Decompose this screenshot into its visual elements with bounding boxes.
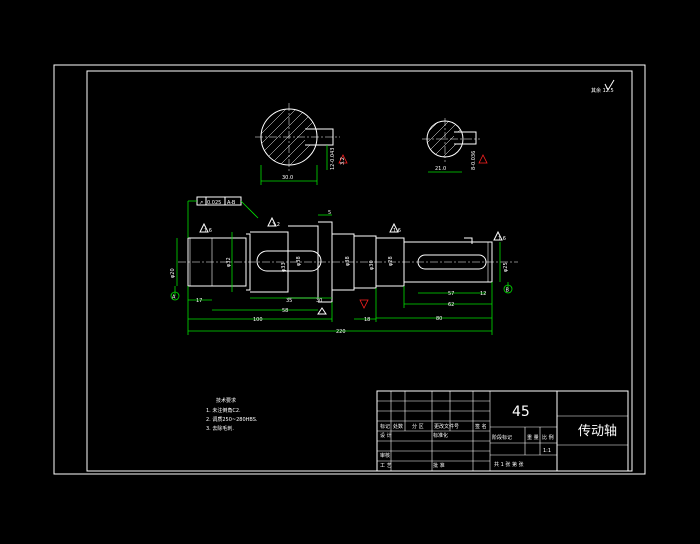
tech-note-2: 2. 调质250~280HBS. xyxy=(206,416,258,423)
svg-text:62: 62 xyxy=(448,302,454,308)
svg-text:其余 12.5: 其余 12.5 xyxy=(591,87,614,94)
svg-text:1.6: 1.6 xyxy=(204,228,212,234)
svg-text:工 艺: 工 艺 xyxy=(380,463,392,469)
svg-text:A-B: A-B xyxy=(227,200,236,206)
svg-text:φ28: φ28 xyxy=(388,256,394,266)
horizontal-dimensions: 5 17 35 30 58 100 18 57 12 62 80 220 xyxy=(187,210,493,335)
material-label: 45 xyxy=(512,404,530,420)
svg-text:批 准: 批 准 xyxy=(433,462,445,469)
tech-note-1: 1. 未注倒角C2. xyxy=(206,407,241,414)
svg-text:0.025: 0.025 xyxy=(207,200,221,206)
svg-text:18: 18 xyxy=(364,317,370,323)
svg-text:共 1 张 第 张: 共 1 张 第 张 xyxy=(494,461,524,468)
svg-text:1.6: 1.6 xyxy=(498,236,506,242)
tech-note-3: 3. 去除毛刺. xyxy=(206,425,234,432)
tolerance-frame: ↗ 0.025 A-B xyxy=(187,196,259,238)
svg-text:35: 35 xyxy=(286,298,292,304)
part-name: 传动轴 xyxy=(578,424,617,439)
svg-text:3.2: 3.2 xyxy=(340,157,346,165)
svg-text:8-0.036: 8-0.036 xyxy=(471,151,477,170)
svg-text:φ38: φ38 xyxy=(345,256,351,266)
svg-text:标记: 标记 xyxy=(380,423,390,430)
svg-text:φ33: φ33 xyxy=(281,262,287,272)
svg-text:58: 58 xyxy=(282,308,288,314)
svg-text:分 区: 分 区 xyxy=(412,423,424,430)
inner-border xyxy=(86,70,633,472)
svg-text:审核: 审核 xyxy=(380,452,390,459)
svg-text:12-0.043: 12-0.043 xyxy=(330,148,336,170)
svg-text:3.2: 3.2 xyxy=(272,222,280,228)
svg-text:标准化: 标准化 xyxy=(433,432,448,439)
svg-text:阶段标记: 阶段标记 xyxy=(492,434,512,441)
svg-text:30.0: 30.0 xyxy=(282,175,293,181)
svg-text:80: 80 xyxy=(436,316,442,322)
svg-text:签 名: 签 名 xyxy=(475,423,487,430)
svg-text:φ38: φ38 xyxy=(296,256,302,266)
tech-notes-title: 技术要求 xyxy=(216,397,236,404)
technical-notes: 技术要求 1. 未注倒角C2. 2. 调质250~280HBS. 3. 去除毛刺… xyxy=(206,397,258,432)
svg-text:1:1: 1:1 xyxy=(543,448,551,454)
svg-text:B: B xyxy=(506,288,510,294)
svg-text:100: 100 xyxy=(253,317,263,323)
svg-text:处数: 处数 xyxy=(393,423,403,430)
datum-b: B xyxy=(503,282,513,294)
svg-text:设 计: 设 计 xyxy=(380,432,392,439)
svg-text:5: 5 xyxy=(328,210,331,216)
svg-text:φ20: φ20 xyxy=(170,268,176,278)
svg-text:A: A xyxy=(172,295,176,301)
svg-text:重 量: 重 量 xyxy=(527,434,539,441)
svg-text:30: 30 xyxy=(316,298,322,304)
outer-border xyxy=(53,64,646,475)
svg-text:1.6: 1.6 xyxy=(393,228,401,234)
datum-a: A xyxy=(170,286,180,301)
svg-text:12: 12 xyxy=(480,291,486,297)
svg-text:17: 17 xyxy=(196,298,202,304)
svg-text:φ25: φ25 xyxy=(503,262,509,272)
drawing-canvas: 其余 12.5 30.0 12-0.043 3.2 21.0 8-0.036 A… xyxy=(0,0,700,544)
svg-text:↗: ↗ xyxy=(199,200,203,206)
svg-text:57: 57 xyxy=(448,291,454,297)
section-view-left: 30.0 12-0.043 3.2 xyxy=(255,103,348,185)
roughness-other-note: 其余 12.5 xyxy=(591,79,615,94)
svg-text:220: 220 xyxy=(336,329,346,335)
svg-text:21.0: 21.0 xyxy=(435,166,446,172)
section-view-right: 21.0 8-0.036 xyxy=(422,118,488,173)
engineering-drawing: 其余 12.5 30.0 12-0.043 3.2 21.0 8-0.036 A… xyxy=(53,64,646,475)
svg-text:φ30: φ30 xyxy=(369,260,375,270)
svg-text:比 例: 比 例 xyxy=(542,434,554,441)
title-block: 标记 处数 分 区 更改文件号 签 名 设 计 标准化 审核 工 艺 批 准 阶… xyxy=(376,390,629,472)
svg-text:更改文件号: 更改文件号 xyxy=(434,423,459,430)
svg-text:φ32: φ32 xyxy=(226,257,232,267)
